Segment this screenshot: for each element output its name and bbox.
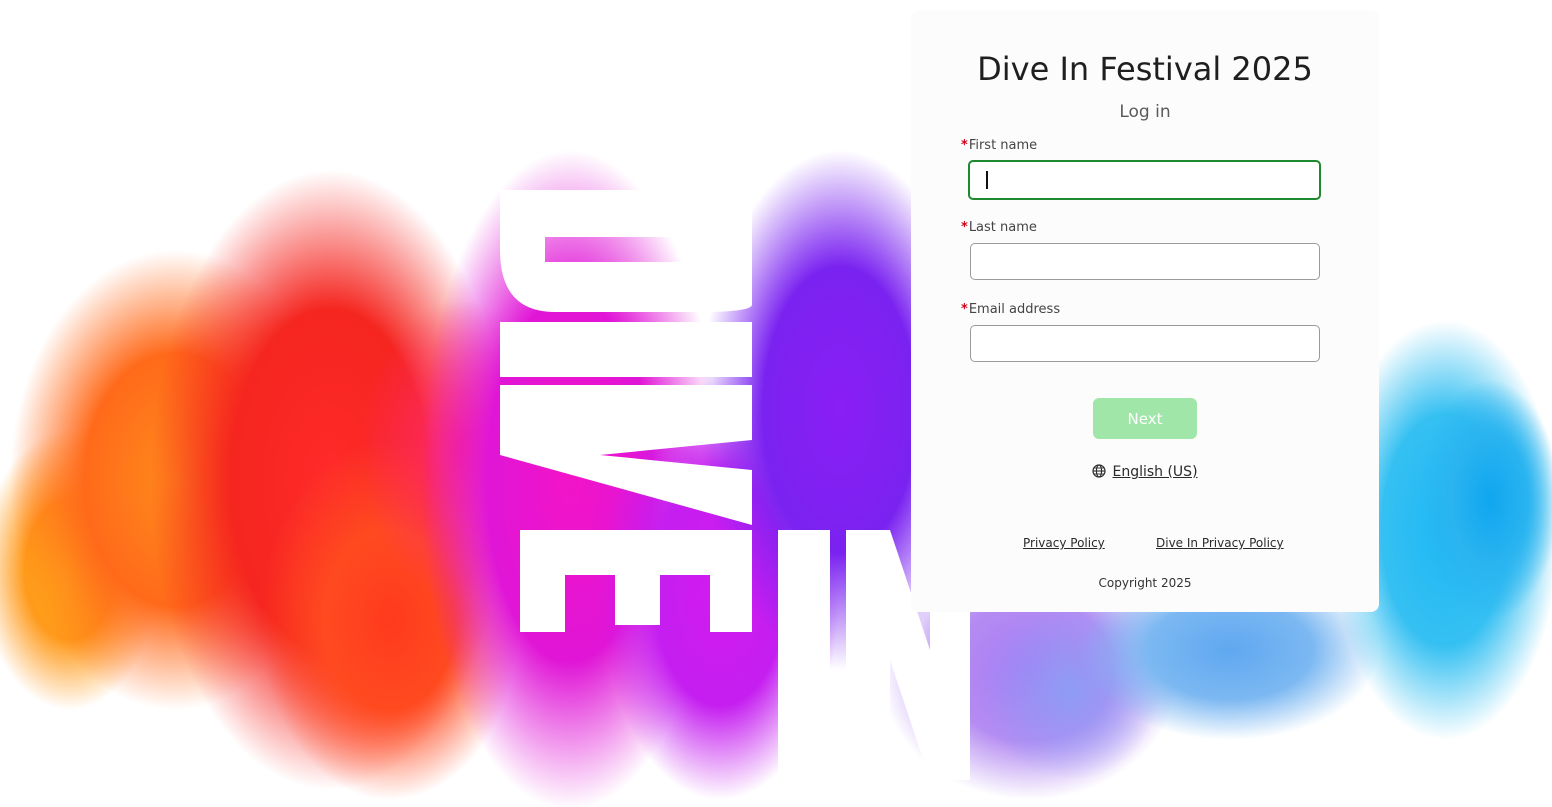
privacy-policy-link[interactable]: Privacy Policy xyxy=(1023,536,1105,550)
last-name-field[interactable] xyxy=(970,243,1320,280)
last-name-label: *Last name xyxy=(961,220,1037,235)
required-asterisk: * xyxy=(961,138,968,153)
language-selector[interactable]: English (US) xyxy=(911,464,1379,482)
last-name-label-text: Last name xyxy=(968,220,1037,235)
login-page: Dive In Festival 2025 Log in *First name… xyxy=(0,0,1552,807)
first-name-label: *First name xyxy=(961,138,1037,153)
first-name-field[interactable] xyxy=(968,160,1321,200)
dive-in-privacy-policy-link[interactable]: Dive In Privacy Policy xyxy=(1156,536,1284,550)
login-card: Dive In Festival 2025 Log in *First name… xyxy=(911,10,1379,612)
required-asterisk: * xyxy=(961,302,968,317)
language-link[interactable]: English (US) xyxy=(1112,464,1197,480)
copyright-text: Copyright 2025 xyxy=(1098,576,1192,590)
next-button[interactable]: Next xyxy=(1093,398,1197,439)
required-asterisk: * xyxy=(961,220,968,235)
email-field[interactable] xyxy=(970,325,1320,362)
globe-icon xyxy=(1092,464,1107,482)
smoke-cloud xyxy=(1420,380,1552,620)
email-label-text: Email address xyxy=(968,302,1061,317)
text-caret xyxy=(986,171,988,189)
page-subtitle: Log in xyxy=(1119,102,1171,122)
first-name-label-text: First name xyxy=(968,138,1038,153)
email-label: *Email address xyxy=(961,302,1060,317)
page-title: Dive In Festival 2025 xyxy=(977,50,1313,88)
